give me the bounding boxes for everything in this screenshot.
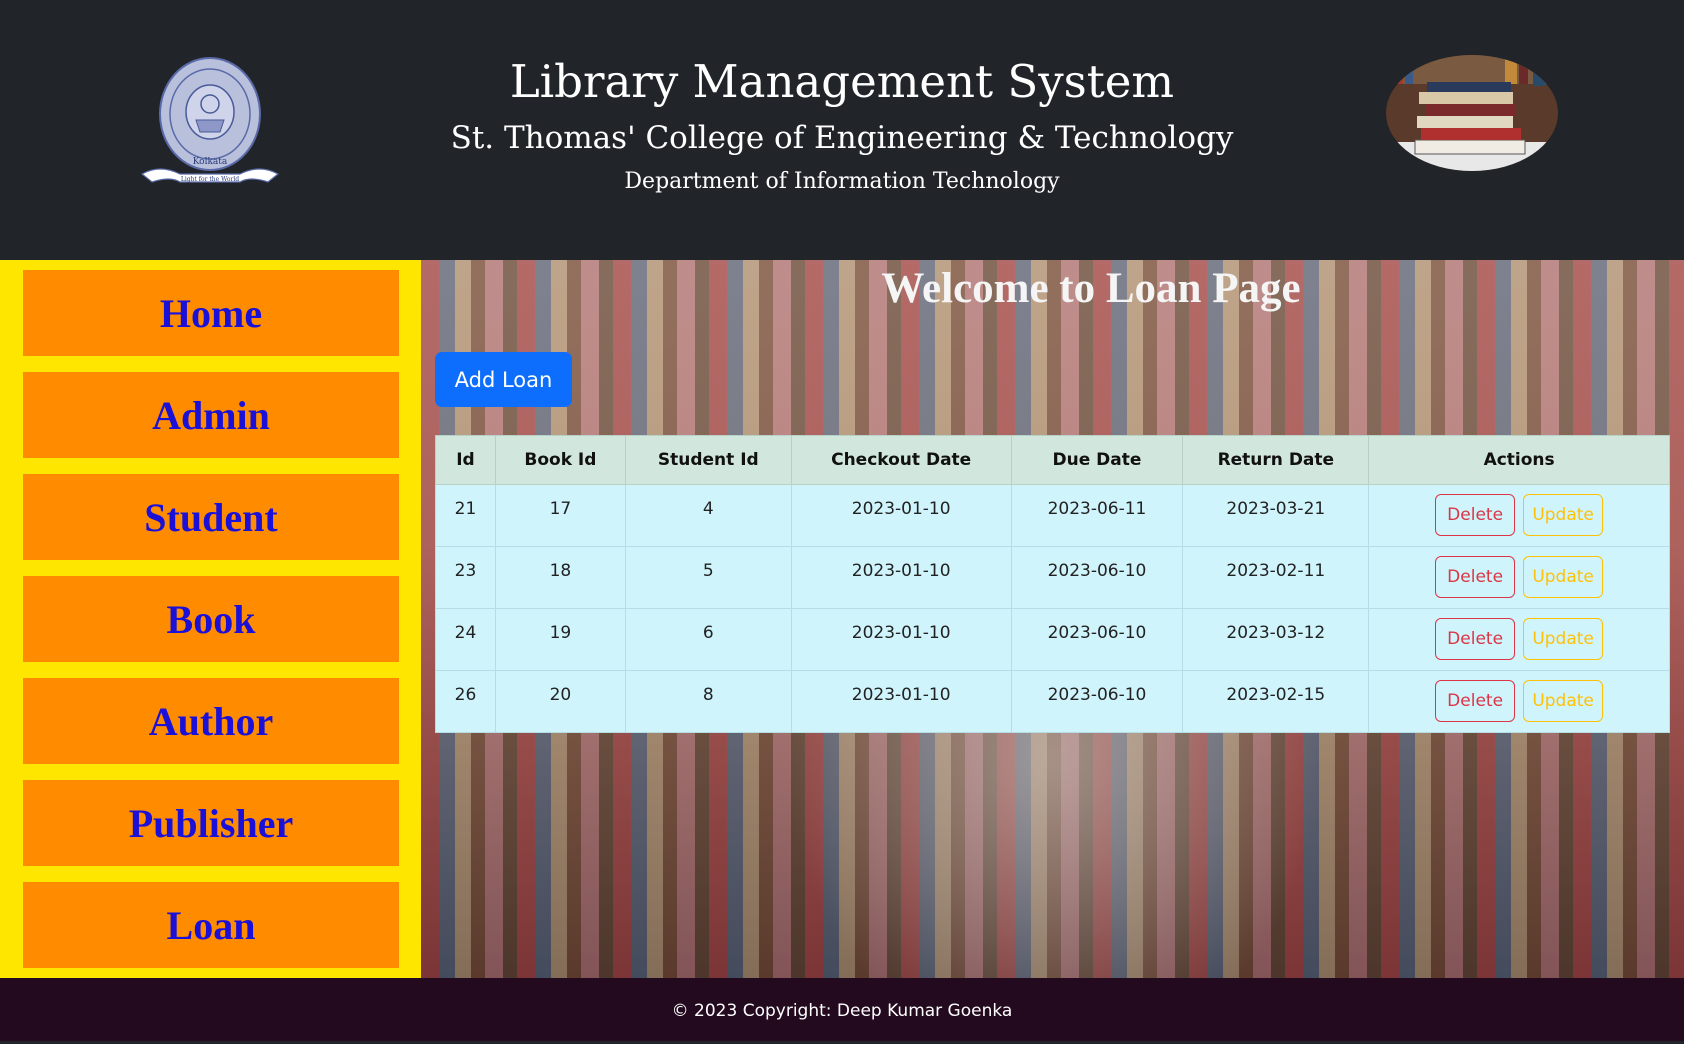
update-button[interactable]: Update <box>1523 618 1604 660</box>
page-heading: Welcome to Loan Page <box>881 265 1301 312</box>
cell-id: 26 <box>435 670 496 733</box>
college-logo-icon: Kolkata Light for the World <box>140 57 280 183</box>
site-title: Library Management System <box>509 55 1175 108</box>
cell-student-id: 6 <box>624 608 792 671</box>
cell-return-date: 2023-02-15 <box>1182 670 1370 733</box>
table-row: 23 18 5 2023-01-10 2023-06-10 2023-02-11… <box>435 546 1670 609</box>
cell-return-date: 2023-03-21 <box>1182 484 1370 547</box>
sidebar-item-author[interactable]: Author <box>23 678 399 764</box>
sidebar-item-loan[interactable]: Loan <box>23 882 399 968</box>
delete-button[interactable]: Delete <box>1435 556 1516 598</box>
column-header-return-date: Return Date <box>1182 435 1370 485</box>
cell-due-date: 2023-06-10 <box>1010 608 1184 671</box>
cell-due-date: 2023-06-10 <box>1010 546 1184 609</box>
cell-checkout-date: 2023-01-10 <box>790 484 1012 547</box>
cell-return-date: 2023-03-12 <box>1182 608 1370 671</box>
cell-actions: Delete Update <box>1368 484 1670 547</box>
cell-book-id: 19 <box>494 608 626 671</box>
loans-table: Id Book Id Student Id Checkout Date Due … <box>435 435 1670 733</box>
column-header-due-date: Due Date <box>1010 435 1184 485</box>
cell-book-id: 17 <box>494 484 626 547</box>
cell-id: 21 <box>435 484 496 547</box>
sidebar-item-home[interactable]: Home <box>23 270 399 356</box>
cell-checkout-date: 2023-01-10 <box>790 608 1012 671</box>
cell-actions: Delete Update <box>1368 670 1670 733</box>
table-row: 26 20 8 2023-01-10 2023-06-10 2023-02-15… <box>435 670 1670 733</box>
sidebar-item-publisher[interactable]: Publisher <box>23 780 399 866</box>
column-header-id: Id <box>435 435 496 485</box>
cell-student-id: 8 <box>624 670 792 733</box>
cell-checkout-date: 2023-01-10 <box>790 670 1012 733</box>
add-loan-button[interactable]: Add Loan <box>435 352 572 407</box>
cell-book-id: 18 <box>494 546 626 609</box>
cell-id: 23 <box>435 546 496 609</box>
books-image-icon <box>1386 55 1558 171</box>
column-header-student-id: Student Id <box>624 435 792 485</box>
logo-motto-text: Light for the World <box>181 176 239 183</box>
cell-actions: Delete Update <box>1368 546 1670 609</box>
cell-student-id: 5 <box>624 546 792 609</box>
table-header-row: Id Book Id Student Id Checkout Date Due … <box>435 435 1670 485</box>
site-header: Kolkata Light for the World Library Mana… <box>0 0 1684 260</box>
header-titles: Library Management System St. Thomas' Co… <box>442 52 1242 198</box>
cell-return-date: 2023-02-11 <box>1182 546 1370 609</box>
cell-due-date: 2023-06-11 <box>1010 484 1184 547</box>
cell-id: 24 <box>435 608 496 671</box>
table-row: 24 19 6 2023-01-10 2023-06-10 2023-03-12… <box>435 608 1670 671</box>
cell-checkout-date: 2023-01-10 <box>790 546 1012 609</box>
update-button[interactable]: Update <box>1523 680 1604 722</box>
cell-student-id: 4 <box>624 484 792 547</box>
update-button[interactable]: Update <box>1523 494 1604 536</box>
table-row: 21 17 4 2023-01-10 2023-06-11 2023-03-21… <box>435 484 1670 547</box>
cell-book-id: 20 <box>494 670 626 733</box>
update-button[interactable]: Update <box>1523 556 1604 598</box>
column-header-checkout-date: Checkout Date <box>790 435 1012 485</box>
site-footer: © 2023 Copyright: Deep Kumar Goenka <box>0 978 1684 1041</box>
delete-button[interactable]: Delete <box>1435 618 1516 660</box>
college-name: St. Thomas' College of Engineering & Tec… <box>450 120 1234 156</box>
column-header-book-id: Book Id <box>494 435 626 485</box>
sidebar-item-student[interactable]: Student <box>23 474 399 560</box>
main-content: Welcome to Loan Page Add Loan Id Book Id… <box>421 260 1684 978</box>
delete-button[interactable]: Delete <box>1435 494 1516 536</box>
cell-due-date: 2023-06-10 <box>1010 670 1184 733</box>
sidebar-item-book[interactable]: Book <box>23 576 399 662</box>
delete-button[interactable]: Delete <box>1435 680 1516 722</box>
logo-city-text: Kolkata <box>193 157 228 167</box>
sidebar: Home Admin Student Book Author Publisher… <box>0 260 421 978</box>
sidebar-item-admin[interactable]: Admin <box>23 372 399 458</box>
cell-actions: Delete Update <box>1368 608 1670 671</box>
department-name: Department of Information Technology <box>624 169 1060 194</box>
column-header-actions: Actions <box>1368 435 1670 485</box>
